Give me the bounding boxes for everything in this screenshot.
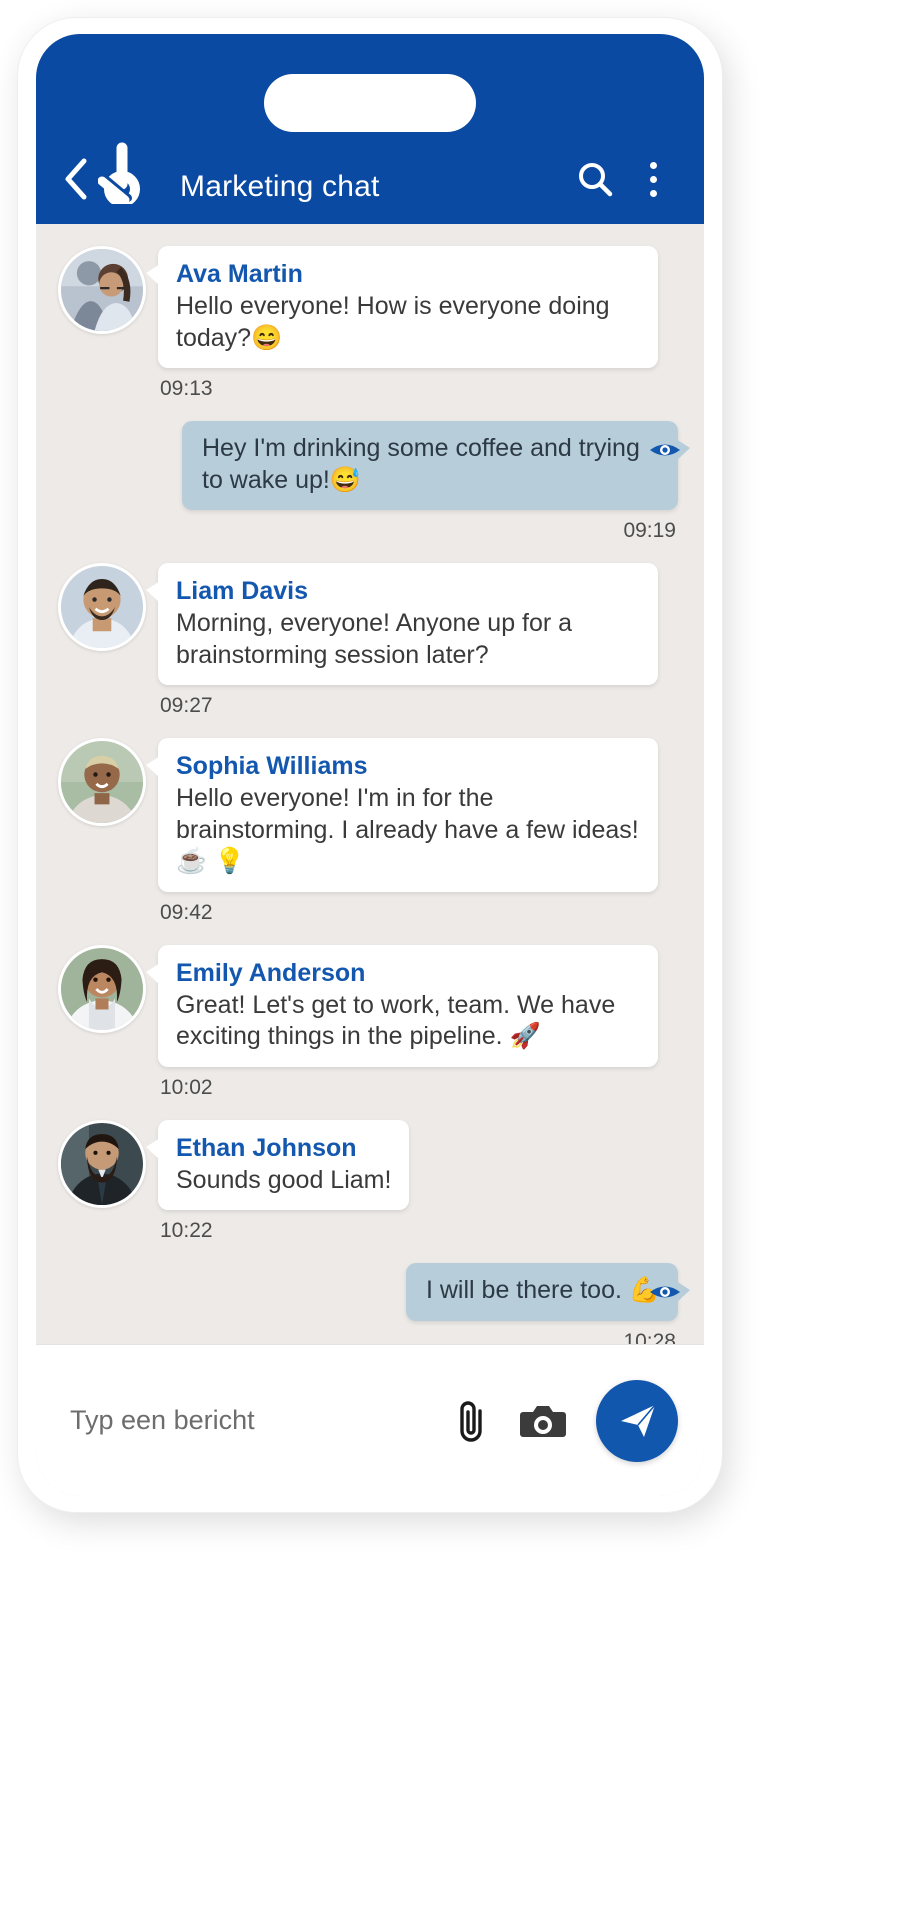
phone-screen: Marketing chat Ava Martin Hello everyone… [36, 34, 704, 1496]
message-text: Morning, everyone! Anyone up for a brain… [176, 609, 580, 669]
phone-notch [264, 74, 476, 132]
paperclip-icon[interactable] [440, 1390, 502, 1452]
message-timestamp: 10:28 [623, 1329, 676, 1345]
brand-b-logo-icon [96, 142, 162, 204]
message-bubble[interactable]: Emily Anderson Great! Let's get to work,… [146, 944, 658, 1067]
message-row-incoming: Sophia Williams Hello everyone! I'm in f… [58, 738, 682, 939]
message-row-incoming: Liam Davis Morning, everyone! Anyone up … [58, 563, 682, 732]
message-bubble[interactable]: Ethan Johnson Sounds good Liam! [145, 1119, 410, 1210]
message-bubble[interactable]: Hey I'm drinking some coffee and trying … [182, 421, 690, 510]
chat-message-list[interactable]: Ava Martin Hello everyone! How is everyo… [36, 224, 704, 1344]
kebab-dots [649, 161, 657, 197]
message-timestamp: 10:02 [160, 1075, 213, 1099]
message-text: Great! Let's get to work, team. We have … [176, 990, 623, 1051]
message-input[interactable] [70, 1405, 430, 1436]
message-row-outgoing: I will be there too. 💪 10:28 [58, 1263, 691, 1345]
outgoing-wrap: Hey I'm drinking some coffee and trying … [182, 421, 690, 510]
message-bubble[interactable]: Ava Martin Hello everyone! How is everyo… [146, 246, 658, 368]
bubble-column: I will be there too. 💪 10:28 [405, 1263, 691, 1345]
send-paper-plane-icon [615, 1400, 659, 1442]
message-row-incoming: Ava Martin Hello everyone! How is everyo… [58, 246, 682, 415]
eye-seen-icon [648, 439, 682, 461]
message-text: Hello everyone! I'm in for the brainstor… [176, 784, 646, 875]
camera-icon[interactable] [512, 1390, 574, 1452]
message-bubble[interactable]: Liam Davis Morning, everyone! Anyone up … [146, 563, 658, 685]
sender-name: Ava Martin [176, 260, 303, 288]
bubble-column: Liam Davis Morning, everyone! Anyone up … [146, 563, 658, 732]
message-text: Hey I'm drinking some coffee and trying … [202, 434, 647, 494]
bubble-column: Ava Martin Hello everyone! How is everyo… [146, 246, 658, 415]
sender-name: Emily Anderson [176, 958, 366, 987]
sender-name: Ethan Johnson [176, 1133, 357, 1162]
search-icon[interactable] [570, 154, 620, 204]
bubble-column: Sophia Williams Hello everyone! I'm in f… [146, 738, 658, 939]
sender-name: Sophia Williams [176, 752, 368, 780]
screenshot-root: Marketing chat Ava Martin Hello everyone… [0, 0, 903, 1926]
message-timestamp: 09:13 [160, 377, 213, 400]
outgoing-wrap: I will be there too. 💪 [405, 1263, 691, 1321]
kebab-menu-icon[interactable] [628, 154, 678, 204]
page-title: Marketing chat [180, 170, 380, 203]
eye-seen-icon [648, 1281, 682, 1303]
message-bubble[interactable]: I will be there too. 💪 [405, 1263, 691, 1321]
avatar[interactable] [58, 1119, 146, 1208]
sender-name: Liam Davis [176, 577, 309, 605]
message-text: Sounds good Liam! [176, 1165, 392, 1194]
avatar[interactable] [58, 563, 146, 651]
back-button[interactable] [58, 154, 92, 204]
message-timestamp: 09:19 [623, 519, 676, 542]
phone-frame: Marketing chat Ava Martin Hello everyone… [18, 18, 722, 1512]
message-row-incoming: Emily Anderson Great! Let's get to work,… [58, 944, 682, 1114]
message-bubble[interactable]: Sophia Williams Hello everyone! I'm in f… [146, 738, 658, 892]
message-text: I will be there too. 💪 [425, 1276, 660, 1304]
message-input-bar [36, 1344, 704, 1496]
avatar[interactable] [58, 246, 146, 334]
message-row-incoming: Ethan Johnson Sounds good Liam! 10:22 [58, 1119, 682, 1258]
send-button[interactable] [596, 1379, 678, 1462]
message-text: Hello everyone! How is everyone doing to… [176, 292, 617, 352]
bubble-column: Emily Anderson Great! Let's get to work,… [146, 944, 658, 1114]
app-header: Marketing chat [36, 34, 704, 224]
bubble-column: Ethan Johnson Sounds good Liam! 10:22 [145, 1119, 410, 1258]
message-timestamp: 10:22 [160, 1219, 213, 1242]
bubble-column: Hey I'm drinking some coffee and trying … [182, 421, 690, 557]
message-timestamp: 09:27 [160, 694, 213, 717]
avatar[interactable] [58, 944, 146, 1033]
message-timestamp: 09:42 [160, 900, 213, 924]
message-row-outgoing: Hey I'm drinking some coffee and trying … [58, 421, 690, 557]
avatar[interactable] [58, 738, 146, 826]
